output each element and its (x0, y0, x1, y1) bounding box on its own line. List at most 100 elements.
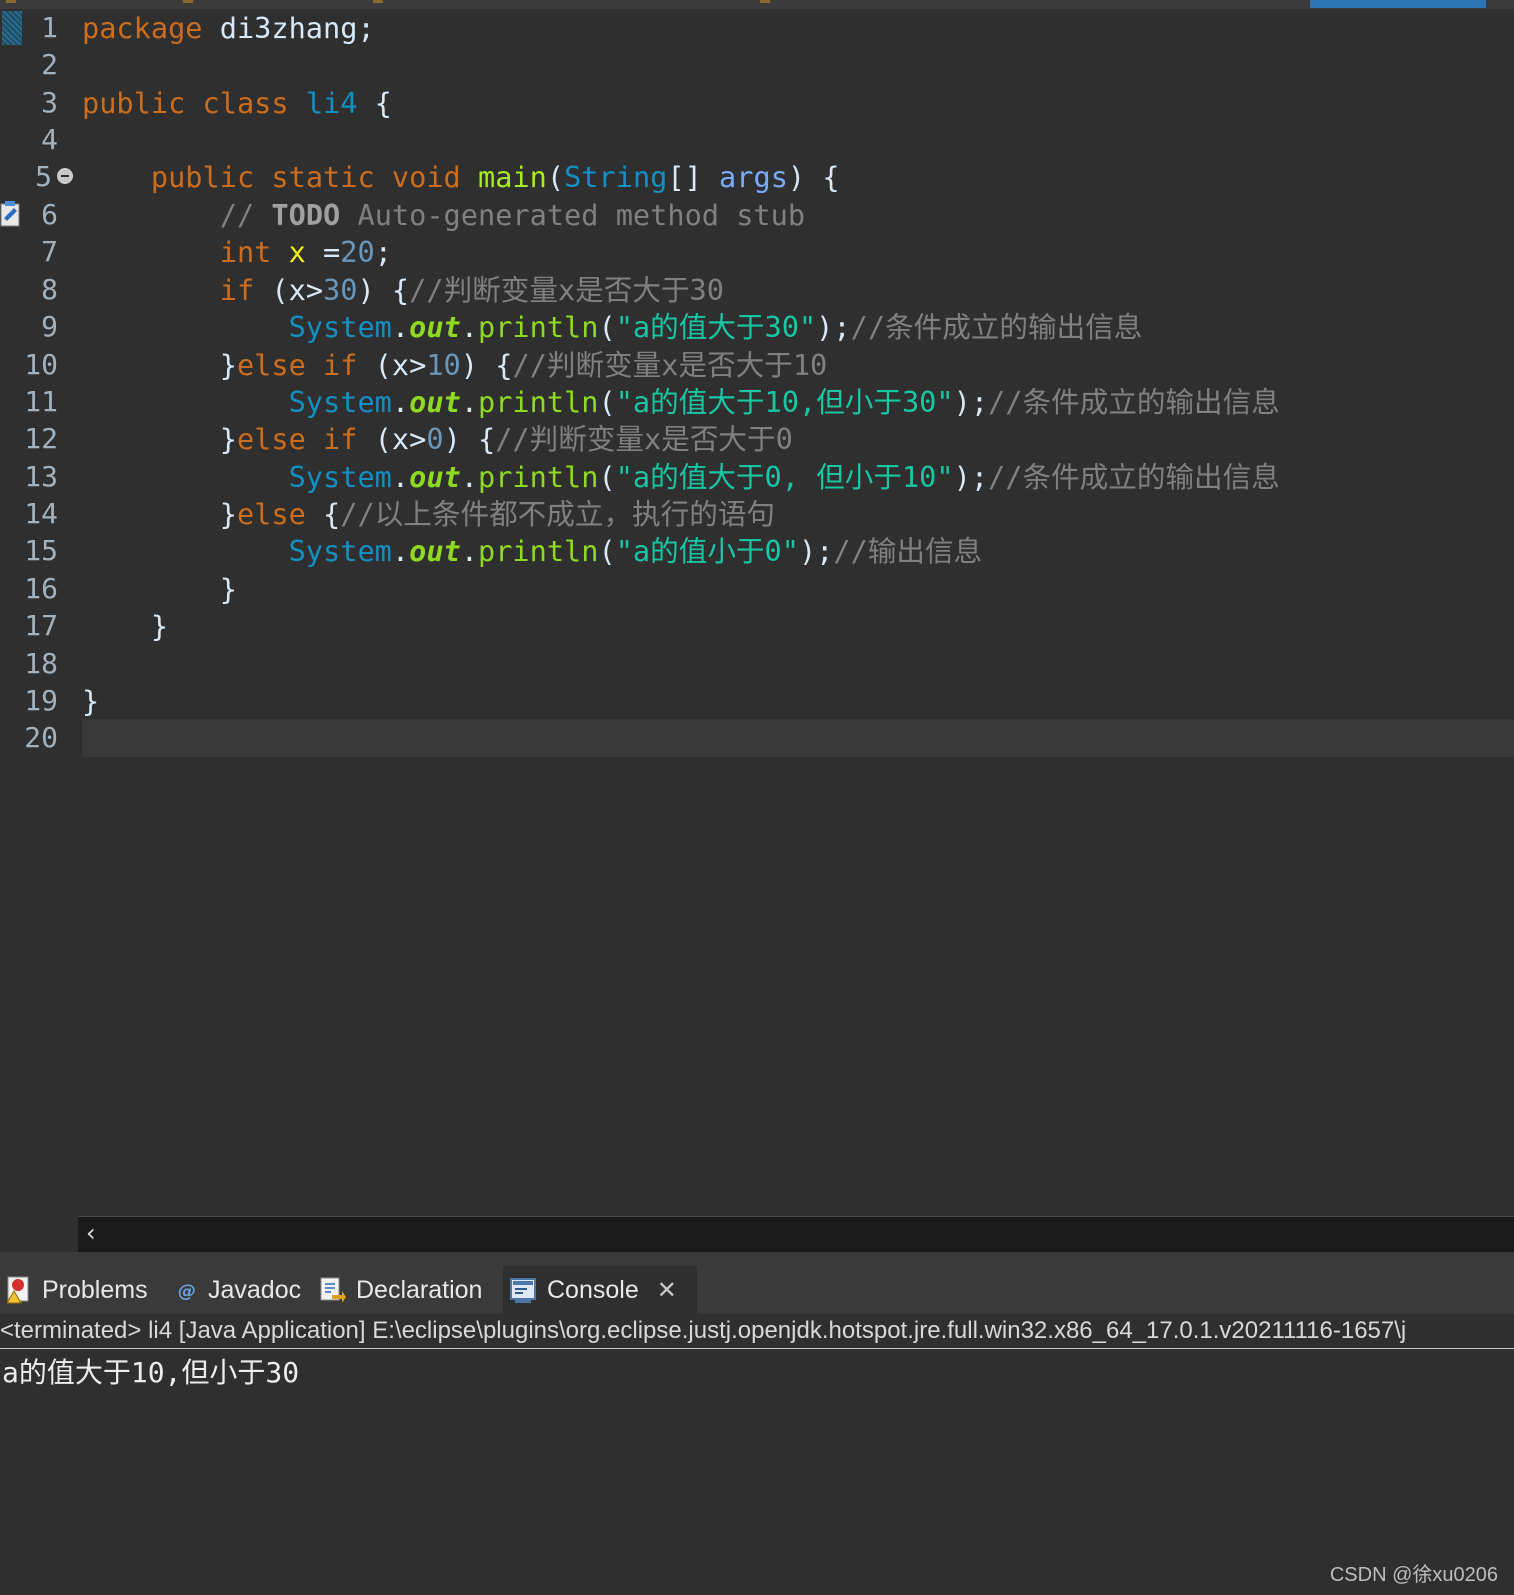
tab-strip-mark (373, 0, 383, 3)
string-literal: "a的值大于10,但小于30" (615, 385, 954, 419)
line-number: 3 (41, 86, 58, 119)
code-line: 14 }else {//以上条件都不成立，执行的语句 (0, 495, 1514, 533)
watermark: CSDN @徐xu0206 (1329, 1564, 1498, 1586)
tab-javadoc[interactable]: @ Javadoc (176, 1266, 310, 1314)
punctuation: } (82, 684, 100, 718)
punctuation: } (219, 572, 237, 606)
line-number: 15 (24, 534, 58, 567)
tab-strip-mark (183, 0, 193, 3)
code-text: if (x>30) {//判断变量x是否大于30 (82, 271, 724, 309)
class-name: li4 (305, 86, 358, 120)
tab-label: Problems (42, 1275, 148, 1304)
horizontal-scrollbar[interactable]: ‹ (78, 1216, 1514, 1253)
tab-strip-mark (6, 0, 16, 3)
tab-console[interactable]: Console ✕ (503, 1266, 697, 1314)
code-editor[interactable]: 1 package di3zhang; 2 3 public class li4… (0, 9, 1514, 1216)
condition: (x> (357, 348, 427, 382)
code-text: int x =20; (82, 233, 392, 271)
scroll-left-arrow-icon[interactable]: ‹ (86, 1219, 96, 1247)
line-number: 7 (41, 235, 58, 268)
static-field: out (409, 385, 461, 419)
collapse-fold-icon[interactable] (57, 168, 73, 184)
punctuation: { (357, 86, 392, 120)
keyword: int (219, 235, 272, 269)
bottom-panel: Problems @ Javadoc Declaration Console ✕… (0, 1260, 1514, 1595)
code-line: 4 (0, 121, 1514, 159)
keyword: else (236, 497, 306, 531)
line-number: 20 (24, 721, 58, 754)
line-number: 5 (35, 160, 52, 193)
console-icon (510, 1278, 536, 1303)
number-literal: 30 (323, 273, 358, 307)
tab-problems[interactable]: Problems (4, 1266, 164, 1314)
comment: //条件成立的输出信息 (988, 385, 1280, 419)
code-line: 17 } (0, 607, 1514, 645)
method-name: main (478, 160, 547, 194)
variable: x (288, 235, 306, 269)
code-text: }else {//以上条件都不成立，执行的语句 (82, 495, 775, 533)
punctuation: ) { (443, 422, 496, 456)
keyword: public (82, 86, 186, 120)
line-number: 19 (24, 684, 58, 717)
punctuation: ) { (460, 348, 513, 382)
punctuation: ( (598, 310, 616, 344)
punctuation: . (391, 385, 410, 419)
active-tab-indicator[interactable] (1310, 0, 1486, 8)
tab-label: Console (547, 1275, 639, 1304)
current-line[interactable]: 20 (0, 719, 1514, 757)
type-name: System (288, 310, 392, 344)
keyword: package (82, 11, 203, 45)
punctuation: ); (816, 310, 851, 344)
comment: //条件成立的输出信息 (850, 310, 1143, 344)
punctuation: ( (598, 385, 616, 419)
code-line: 3 public class li4 { (0, 84, 1514, 122)
punctuation: . (460, 310, 478, 344)
tab-declaration[interactable]: Declaration (318, 1266, 496, 1314)
static-field: out (409, 310, 461, 344)
keyword: if (219, 273, 255, 307)
panel-divider[interactable] (0, 1252, 1514, 1260)
punctuation: } (219, 348, 237, 382)
line-number: 10 (24, 348, 58, 381)
type-name: System (288, 460, 392, 494)
static-field: out (409, 534, 461, 568)
code-line: 11 System.out.println("a的值大于10,但小于30");/… (0, 383, 1514, 421)
code-text: } (82, 570, 237, 608)
punctuation: } (219, 422, 237, 456)
code-text: }else if (x>10) {//判断变量x是否大于10 (82, 346, 828, 384)
method-name: println (477, 460, 599, 494)
punctuation: . (391, 534, 410, 568)
punctuation: ); (953, 385, 989, 419)
code-line: 7 int x =20; (0, 233, 1514, 271)
line-number: 1 (41, 11, 58, 44)
editor-tab-strip (0, 0, 1514, 9)
package-name: di3zhang; (202, 11, 375, 45)
punctuation: ) { (787, 160, 840, 194)
code-line: 19 } (0, 682, 1514, 720)
string-literal: "a的值小于0" (615, 534, 799, 568)
code-text: package di3zhang; (82, 9, 375, 47)
comment: //判断变量x是否大于0 (495, 422, 793, 456)
line-number: 16 (24, 572, 58, 605)
code-line: 9 System.out.println("a的值大于30");//条件成立的输… (0, 308, 1514, 346)
line-number: 9 (41, 310, 58, 343)
punctuation: . (460, 534, 478, 568)
close-icon[interactable]: ✕ (657, 1276, 677, 1304)
code-text: System.out.println("a的值小于0");//输出信息 (82, 532, 983, 570)
line-number: 18 (24, 647, 58, 680)
declaration-icon (320, 1277, 346, 1303)
svg-text:@: @ (178, 1281, 196, 1302)
punctuation: ; (374, 235, 392, 269)
punctuation: . (460, 385, 478, 419)
code-line: 2 (0, 46, 1514, 84)
problems-icon (6, 1276, 29, 1304)
console-output-text[interactable]: a的值大于10,但小于30 (2, 1354, 299, 1392)
line-number: 13 (24, 460, 58, 493)
punctuation: ( (598, 460, 616, 494)
line-number: 2 (41, 48, 58, 81)
number-literal: 10 (426, 348, 461, 382)
number-literal: 20 (340, 235, 375, 269)
comment: //条件成立的输出信息 (988, 460, 1280, 494)
type-name: String (564, 160, 668, 194)
comment: Auto-generated method stub (340, 198, 806, 232)
